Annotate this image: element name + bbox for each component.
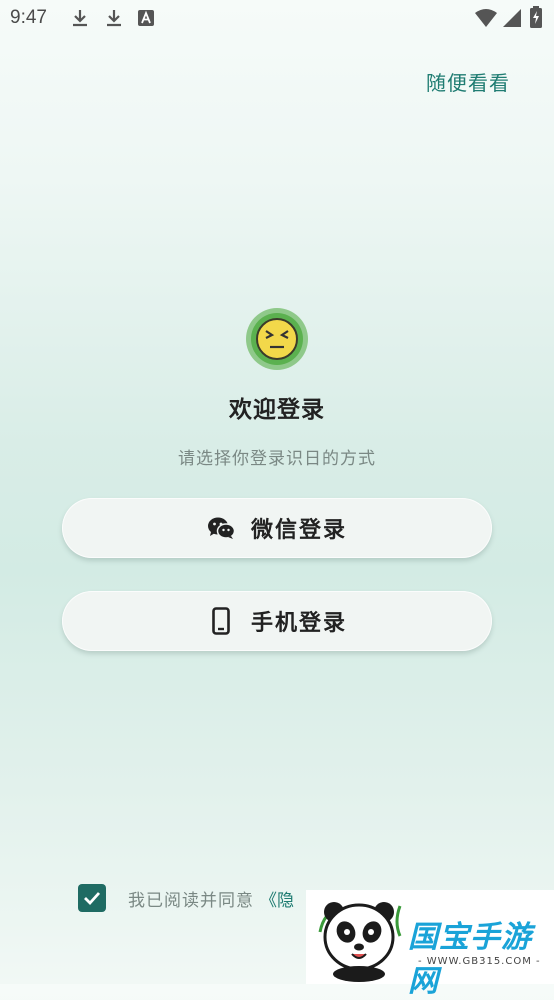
font-a-icon [138, 10, 154, 30]
panda-logo-icon [318, 902, 402, 982]
agreement-row: 我已阅读并同意 《隐 [78, 884, 294, 912]
phone-login-button[interactable]: 手机登录 [62, 591, 492, 651]
signal-icon [502, 8, 522, 32]
browse-button[interactable]: 随便看看 [426, 67, 510, 96]
watermark: 国宝手游网 - WWW.GB315.COM - [306, 890, 554, 999]
battery-icon [530, 6, 542, 32]
wechat-login-label: 微信登录 [250, 518, 347, 543]
download-icon [70, 8, 90, 32]
phone-login-label: 手机登录 [250, 611, 347, 636]
page-title: 欢迎登录 [229, 397, 325, 423]
privacy-policy-link[interactable]: 《隐 [260, 886, 294, 911]
watermark-url: - WWW.GB315.COM - [418, 956, 541, 967]
page-subtitle: 请选择你登录识日的方式 [178, 449, 376, 469]
check-icon [84, 892, 101, 906]
phone-icon [207, 607, 235, 635]
download-icon [104, 8, 124, 32]
emoji-face-icon [246, 308, 308, 370]
agreement-text: 我已阅读并同意 [128, 890, 254, 911]
status-time: 9:47 [10, 7, 47, 28]
wifi-icon [474, 8, 498, 32]
wechat-login-button[interactable]: 微信登录 [62, 498, 492, 558]
agreement-checkbox[interactable] [78, 884, 106, 912]
status-bar: 9:47 [0, 0, 554, 38]
wechat-icon [207, 514, 235, 542]
